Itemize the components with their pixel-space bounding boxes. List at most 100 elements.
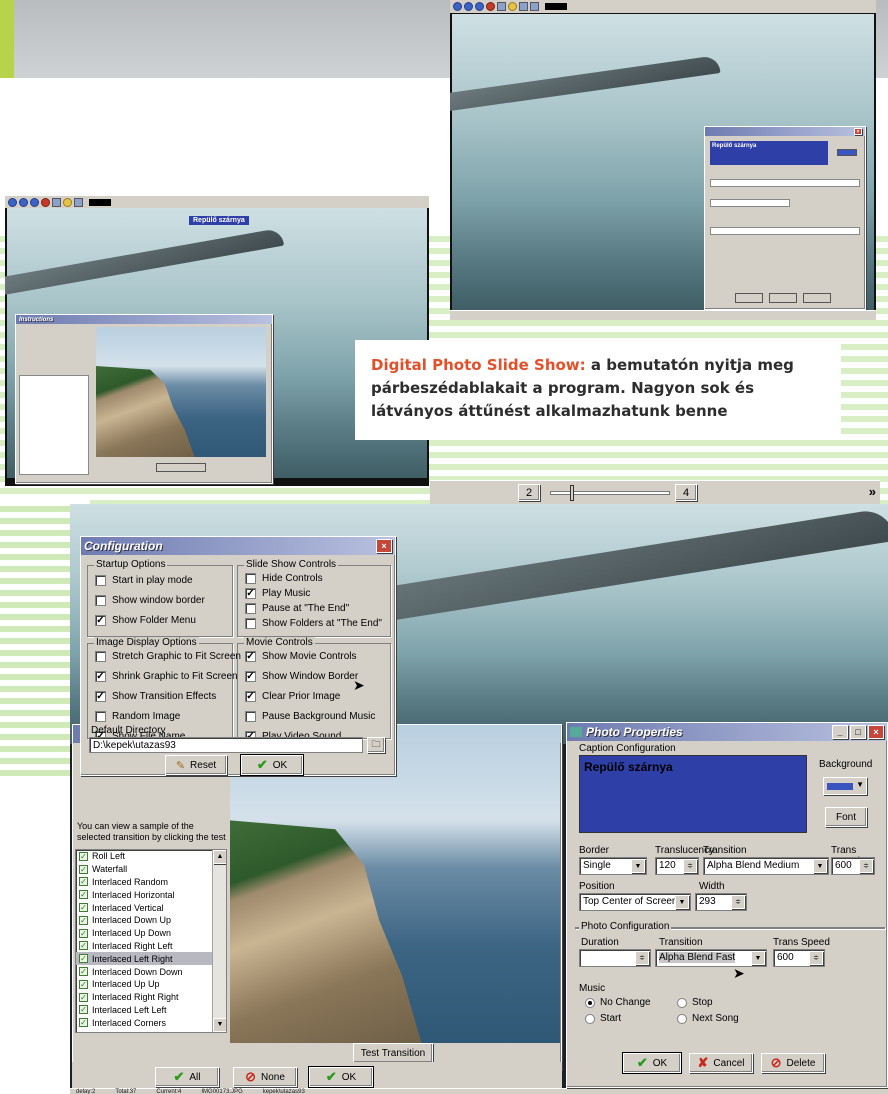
toolbar-button-icon[interactable] <box>497 2 506 11</box>
config-checkbox-startup-1[interactable]: Show window border <box>95 595 205 606</box>
none-button[interactable]: ⊘ None <box>233 1067 297 1087</box>
transition-list-item[interactable]: ✓ Interlaced Horizontal <box>76 888 226 901</box>
checkbox-icon[interactable]: ✓ <box>95 671 106 682</box>
config-checkbox-image_display-2[interactable]: ✓ Show Transition Effects <box>95 691 216 702</box>
toolbar-button-icon[interactable] <box>41 197 50 207</box>
test-transition-button[interactable]: Test Transition <box>353 1043 433 1063</box>
toolbar-button-icon[interactable] <box>508 2 517 11</box>
toolbar-button-icon[interactable] <box>464 2 473 11</box>
transition-list-item[interactable]: ✓ Interlaced Down Down <box>76 965 226 978</box>
checkbox-icon[interactable]: ✓ <box>79 890 88 900</box>
transition-list-item[interactable]: ✓ Interlaced Up Up <box>76 978 226 991</box>
spinner-icon[interactable]: ≑ <box>683 859 697 873</box>
duration-input[interactable]: ≑ <box>579 949 651 967</box>
toolbar-button-icon[interactable] <box>74 197 83 207</box>
spinner-icon[interactable]: ≑ <box>731 895 745 909</box>
config-checkbox-image_display-0[interactable]: Stretch Graphic to Fit Screen <box>95 651 241 662</box>
scroll-up-icon[interactable]: ▲ <box>213 850 226 864</box>
checkbox-icon[interactable]: ✓ <box>79 967 88 977</box>
config-checkbox-movie-1[interactable]: ✓ Show Window Border <box>245 671 358 682</box>
toolbar-button-icon[interactable] <box>486 2 495 11</box>
default-directory-input[interactable]: D:\kepek\utazas93 <box>89 737 363 753</box>
toolbar-button-icon[interactable] <box>52 197 61 207</box>
next-number[interactable]: 4 <box>675 484 697 501</box>
checkbox-icon[interactable]: ✓ <box>79 928 88 938</box>
config-checkbox-image_display-1[interactable]: ✓ Shrink Graphic to Fit Screen <box>95 671 238 682</box>
checkbox-icon[interactable]: ✓ <box>79 1005 88 1015</box>
mini-color-swatch[interactable] <box>837 149 857 156</box>
checkbox-icon[interactable] <box>95 595 106 606</box>
prev-number[interactable]: 2 <box>518 484 540 501</box>
checkbox-icon[interactable] <box>245 573 256 584</box>
checkbox-icon[interactable] <box>245 603 256 614</box>
scroll-down-icon[interactable]: ▼ <box>213 1018 226 1032</box>
transition-list[interactable]: ✓ Roll Left ✓ Waterfall ✓ Interlaced Random ✓ I… <box>75 849 227 1033</box>
checkbox-icon[interactable] <box>245 711 256 722</box>
checkbox-icon[interactable] <box>95 575 106 586</box>
config-checkbox-movie-3[interactable]: Pause Background Music <box>245 711 375 722</box>
close-icon[interactable]: × <box>868 725 884 739</box>
config-checkbox-movie-2[interactable]: ✓ Clear Prior Image <box>245 691 340 702</box>
music-no-change[interactable]: No Change <box>585 997 651 1008</box>
checkbox-icon[interactable]: ✓ <box>79 954 88 964</box>
checkbox-icon[interactable]: ✓ <box>79 1018 88 1028</box>
transition-list-item[interactable]: ✓ Interlaced Corners <box>76 1016 226 1029</box>
toolbar-button-icon[interactable] <box>30 197 39 207</box>
config-checkbox-slideshow-0[interactable]: Hide Controls <box>245 573 323 584</box>
toolbar-button-icon[interactable] <box>530 2 539 11</box>
transition-list-item[interactable]: ✓ Interlaced Down Up <box>76 914 226 927</box>
checkbox-icon[interactable]: ✓ <box>245 691 256 702</box>
checkbox-icon[interactable] <box>245 618 256 629</box>
trans-speed-input[interactable]: 600 ≑ <box>831 857 875 875</box>
checkbox-icon[interactable]: ✓ <box>95 691 106 702</box>
toolbar-button-icon[interactable] <box>519 2 528 11</box>
config-checkbox-movie-0[interactable]: ✓ Show Movie Controls <box>245 651 356 662</box>
mini-ok-button[interactable] <box>735 293 763 303</box>
playback-slider-thumb[interactable] <box>570 485 574 501</box>
border-select[interactable]: Single ▼ <box>579 857 647 875</box>
config-checkbox-slideshow-3[interactable]: Show Folders at "The End" <box>245 618 382 629</box>
music-stop[interactable]: Stop <box>677 997 713 1008</box>
maximize-icon[interactable]: □ <box>850 725 866 739</box>
all-button[interactable]: ✔ All <box>155 1067 219 1087</box>
font-button[interactable]: Font <box>825 807 867 827</box>
translucency-input[interactable]: 120 ≑ <box>655 857 699 875</box>
photo-transition-select[interactable]: Alpha Blend Fast ▼ <box>655 949 767 967</box>
checkbox-icon[interactable]: ✓ <box>79 979 88 989</box>
close-icon[interactable]: × <box>854 128 862 135</box>
playback-slider[interactable] <box>550 491 670 495</box>
width-input[interactable]: 293 ≑ <box>695 893 747 911</box>
config-checkbox-image_display-3[interactable]: Random Image <box>95 711 180 722</box>
background-color-picker[interactable]: ▼ <box>823 777 867 795</box>
position-select[interactable]: Top Center of Screen ▼ <box>579 893 691 911</box>
config-ok-button[interactable]: ✔ OK <box>240 754 304 776</box>
config-checkbox-slideshow-1[interactable]: ✓ Play Music <box>245 588 310 599</box>
forward-icon[interactable]: » <box>869 484 876 499</box>
spinner-icon[interactable]: ≑ <box>809 951 823 965</box>
transition-list-item[interactable]: ✓ Roll Left <box>76 850 226 863</box>
transition-list-item[interactable]: ✓ Interlaced Vertical <box>76 901 226 914</box>
photo-cancel-button[interactable]: ✘ Cancel <box>689 1053 753 1073</box>
photo-ok-button[interactable]: ✔ OK <box>622 1052 682 1074</box>
transitions-ok-button[interactable]: ✔ OK <box>308 1066 374 1088</box>
color-swatch[interactable] <box>89 198 111 206</box>
checkbox-icon[interactable]: ✓ <box>79 877 88 887</box>
checkbox-icon[interactable]: ✓ <box>79 903 88 913</box>
toolbar-button-icon[interactable] <box>19 197 28 207</box>
checkbox-icon[interactable]: ✓ <box>79 941 88 951</box>
checkbox-icon[interactable] <box>95 711 106 722</box>
transition-scrollbar[interactable]: ▲ ▼ <box>212 850 226 1032</box>
checkbox-icon[interactable]: ✓ <box>245 651 256 662</box>
reset-button[interactable]: ✎ Reset <box>165 755 227 775</box>
spinner-icon[interactable]: ≑ <box>635 951 649 965</box>
music-start[interactable]: Start <box>585 1013 621 1024</box>
photo-speed-input[interactable]: 600 ≑ <box>773 949 825 967</box>
checkbox-icon[interactable]: ✓ <box>79 864 88 874</box>
transition-list-item[interactable]: ✓ Interlaced Right Left <box>76 940 226 953</box>
checkbox-icon[interactable]: ✓ <box>79 992 88 1002</box>
music-next-song[interactable]: Next Song <box>677 1013 739 1024</box>
checkbox-icon[interactable]: ✓ <box>245 588 256 599</box>
toolbar-button-icon[interactable] <box>8 197 17 207</box>
transition-select[interactable]: Alpha Blend Medium ▼ <box>703 857 829 875</box>
checkbox-icon[interactable] <box>95 651 106 662</box>
